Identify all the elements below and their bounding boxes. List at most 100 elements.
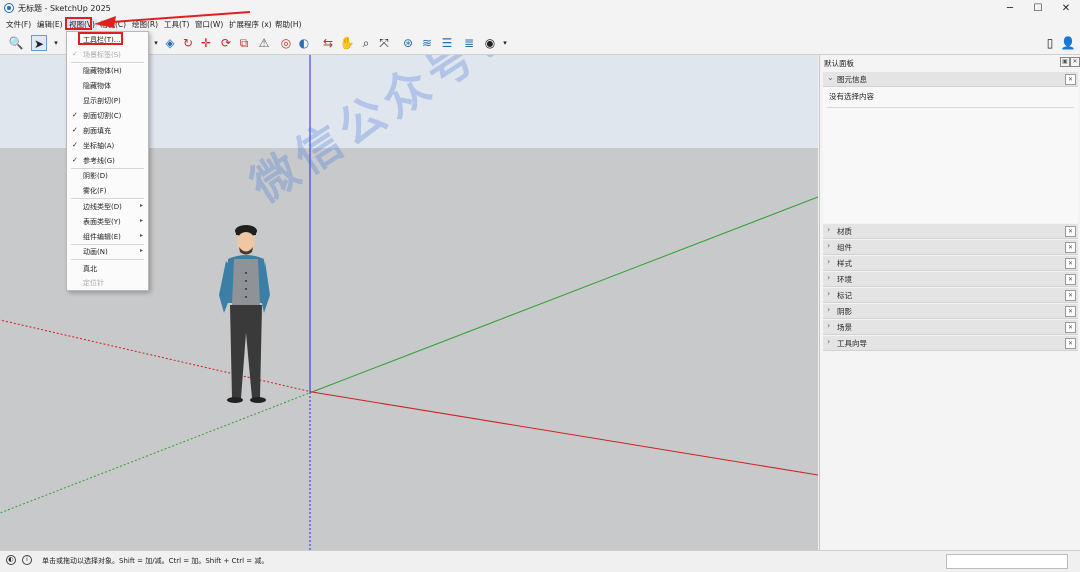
search-icon[interactable]: 🔍 [8,35,24,51]
protractor-icon[interactable]: ◐ [296,35,312,51]
menu-item-fog[interactable]: 雾化(F) [83,186,107,196]
section-icon[interactable]: ≋ [419,35,435,51]
close-button[interactable]: ✕ [1052,0,1080,17]
menu-item-scene-tabs[interactable]: 场景标签(S) [83,50,121,60]
chevron-right-icon: › [827,289,831,298]
maximize-button[interactable]: ☐ [1024,0,1052,17]
tray-title: 默认面板 [824,59,854,68]
new-file-icon[interactable]: ▯ [1042,35,1058,51]
push-pull-icon[interactable]: ↻ [180,35,196,51]
geolocation-icon[interactable]: ◐ [6,555,16,565]
section-components[interactable]: › 组件 ✕ [823,240,1078,255]
no-selection-text: 没有选择内容 [829,92,874,101]
close-icon[interactable]: ✕ [1065,74,1076,85]
menu-separator [71,168,144,169]
status-bar: ◐ i 单击或拖动以选择对象。Shift = 加/减。Ctrl = 加。Shif… [0,550,1080,572]
menu-item-section-planes[interactable]: 显示剖切(P) [83,96,121,106]
close-icon[interactable]: ✕ [1065,226,1076,237]
menu-item-animation[interactable]: 动画(N) [83,247,108,257]
close-icon[interactable]: ✕ [1065,338,1076,349]
main-toolbar: 🔍 ➤ ▾ ▾ ◈ ↻ ✛ ⟳ ⧉ ⚠ ◎ ◐ ⇆ ✋ ⌕ ⤧ ⊛ ≋ ☰ ≣ … [0,32,1080,55]
menu-item-face-style[interactable]: 表面类型(Y) [83,217,121,227]
menu-item-axes[interactable]: 坐标轴(A) [83,141,114,151]
move-icon[interactable]: ✛ [198,35,214,51]
default-tray: 默认面板 ▣ ✕ ⌄ 图元信息 ✕ 没有选择内容 › 材质 ✕ › 组件 ✕ ›… [819,55,1080,550]
layers-icon[interactable]: ☰ [439,35,455,51]
section-tags[interactable]: › 标记 ✕ [823,288,1078,303]
menu-file[interactable]: 文件(F) [6,19,31,30]
chevron-right-icon: › [827,225,831,234]
sketchup-logo-icon [4,3,14,13]
menu-item-component-edit[interactable]: 组件编辑(E) [83,232,121,242]
warning-icon[interactable]: ⚠ [256,35,272,51]
toolbars-highlight-box [78,32,123,45]
submenu-arrow-icon: ▸ [140,247,144,254]
menu-help[interactable]: 帮助(H) [275,19,302,30]
styles-icon[interactable]: ≣ [461,35,477,51]
section-instructor[interactable]: › 工具向导 ✕ [823,336,1078,351]
divider [827,107,1074,108]
profile-icon[interactable]: 👤 [1060,35,1076,51]
section-label: 阴影 [837,307,852,316]
section-environment[interactable]: › 环境 ✕ [823,272,1078,287]
orbit-icon[interactable]: ⇆ [320,35,336,51]
menu-item-section-cuts[interactable]: 剖面切割(C) [83,111,121,121]
zoom-extents-icon[interactable]: ⤧ [376,35,392,51]
scale-icon[interactable]: ⧉ [236,35,252,51]
menu-item-hidden-objects-h[interactable]: 隐藏物体(H) [83,66,122,76]
menu-item-edge-style[interactable]: 边线类型(D) [83,202,122,212]
section-materials[interactable]: › 材质 ✕ [823,224,1078,239]
zoom-icon[interactable]: ⌕ [358,35,374,51]
close-icon[interactable]: ✕ [1065,306,1076,317]
menu-item-location-pin[interactable]: 定位针 [83,278,104,288]
chevron-down-icon[interactable]: ▾ [48,35,64,51]
section-shadows[interactable]: › 阴影 ✕ [823,304,1078,319]
measurements-input[interactable] [946,554,1068,569]
section-label: 样式 [837,259,852,268]
menu-item-north[interactable]: 真北 [83,264,97,274]
menu-item-shadows[interactable]: 阴影(D) [83,171,108,181]
chevron-down-icon: ⌄ [827,73,834,82]
menu-item-guides[interactable]: 参考线(G) [83,156,115,166]
close-icon[interactable]: ✕ [1065,290,1076,301]
close-icon[interactable]: ✕ [1070,57,1080,67]
menu-item-hidden-objects[interactable]: 隐藏物体 [83,81,111,91]
close-icon[interactable]: ✕ [1065,242,1076,253]
select-arrow-icon[interactable]: ➤ [31,35,47,51]
tape-measure-icon[interactable]: ◎ [278,35,294,51]
submenu-arrow-icon: ▸ [140,217,144,224]
section-label: 工具向导 [837,339,867,348]
menu-edit[interactable]: 编辑(E) [37,19,63,30]
menu-separator [71,259,144,260]
close-icon[interactable]: ✕ [1065,258,1076,269]
section-styles[interactable]: › 样式 ✕ [823,256,1078,271]
chevron-right-icon: › [827,321,831,330]
rotate-icon[interactable]: ⟳ [218,35,234,51]
camera-icon[interactable]: ⊛ [400,35,416,51]
account-icon[interactable]: ◉ [482,35,498,51]
chevron-right-icon: › [827,257,831,266]
minimize-button[interactable]: ─ [996,0,1024,17]
menu-separator [71,62,144,63]
pin-icon[interactable]: ▣ [1060,57,1070,67]
check-icon: ✓ [72,141,78,149]
view-menu-highlight-box [65,17,92,30]
scale-figure[interactable] [208,223,278,403]
menu-separator [71,198,144,199]
section-label: 组件 [837,243,852,252]
close-icon[interactable]: ✕ [1065,274,1076,285]
green-axis [311,196,818,393]
pan-icon[interactable]: ✋ [339,35,355,51]
check-icon: ✓ [72,156,78,164]
info-icon[interactable]: i [22,555,32,565]
menu-item-section-fill[interactable]: 剖面填充 [83,126,111,136]
paint-bucket-icon[interactable]: ◈ [162,35,178,51]
chevron-right-icon: › [827,241,831,250]
green-axis-negative [0,391,313,514]
chevron-right-icon: › [827,337,831,346]
section-label: 场景 [837,323,852,332]
section-entity-info[interactable]: ⌄ 图元信息 ✕ [823,72,1078,87]
close-icon[interactable]: ✕ [1065,322,1076,333]
chevron-down-icon[interactable]: ▾ [497,35,513,51]
section-scenes[interactable]: › 场景 ✕ [823,320,1078,335]
